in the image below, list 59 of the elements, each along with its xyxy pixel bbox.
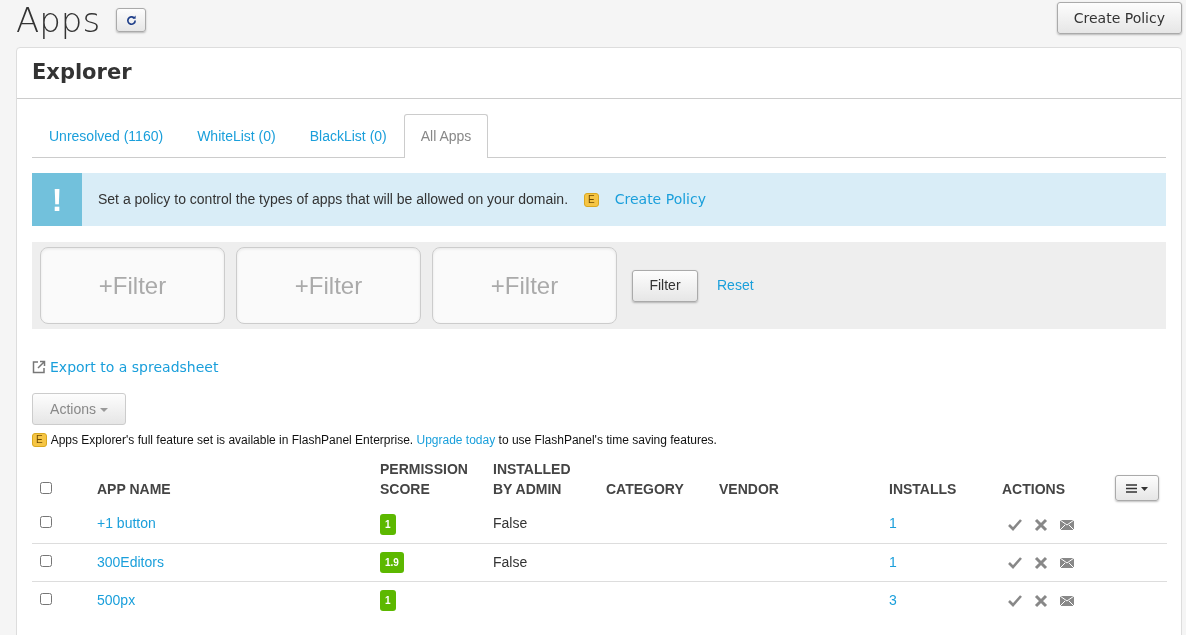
app-name-link[interactable]: +1 button [97,515,156,532]
filter-field[interactable]: +Filter [236,247,421,324]
enterprise-badge: E [584,192,599,207]
tab[interactable]: BlackList (0) [292,114,404,158]
caret-icon [99,407,108,412]
row-checkbox[interactable] [40,554,52,567]
envelope-icon[interactable] [1060,555,1074,570]
select-all-checkbox[interactable] [40,482,52,494]
page-title: Apps [16,0,101,40]
reset-link[interactable]: Reset [717,275,754,296]
column-header: ACTIONS [1002,480,1065,499]
envelope-icon[interactable] [1060,517,1074,532]
app-name-link[interactable]: 500px [97,591,136,608]
permission-score: 1 [380,590,396,612]
upgrade-notice: Apps Explorer's full feature set is available in FlashPanel Enterprise. Upgrade today to use FlashPanel's time saving features. [50,432,717,449]
caret-icon [1140,486,1148,491]
installs-link[interactable]: 1 [889,553,897,570]
tab[interactable]: All Apps [403,114,489,158]
menu-icon [1126,484,1138,494]
upgrade-link[interactable]: Upgrade today [416,433,496,447]
export-link[interactable]: Export to a spreadsheet [50,356,219,378]
column-header: INSTALLS [889,480,957,499]
refresh-icon [125,14,137,26]
enterprise-badge: E [32,433,47,447]
app-name-link[interactable]: 300Editors [97,553,164,570]
row-checkbox[interactable] [40,592,52,605]
installed-by-admin: False [493,515,528,532]
envelope-icon[interactable] [1060,594,1074,609]
column-header: CATEGORY [606,480,684,499]
row-checkbox[interactable] [40,516,52,529]
filter-button[interactable]: Filter [632,269,698,302]
create-policy-link[interactable]: Create Policy [614,189,706,210]
column-header: INSTALLED BY ADMIN [493,460,572,499]
permission-score: 1 [380,513,396,535]
check-icon[interactable] [1008,517,1022,532]
permission-score: 1.9 [380,552,404,573]
column-header: PERMISSION SCORE [380,460,469,499]
tab[interactable]: Unresolved (1160) [32,114,181,158]
external-link-icon [32,360,46,374]
alert-icon: ! [32,173,82,226]
check-icon[interactable] [1008,594,1022,609]
actions-button[interactable]: Actions [32,393,126,425]
column-menu-button[interactable] [1115,475,1159,501]
tab[interactable]: WhiteList (0) [180,114,293,158]
check-icon[interactable] [1008,555,1022,570]
filter-field[interactable]: +Filter [40,247,225,324]
column-header: APP NAME [97,480,171,499]
installs-link[interactable]: 1 [889,515,897,532]
create-policy-button[interactable]: Create Policy [1056,2,1182,34]
close-icon[interactable] [1034,517,1048,532]
close-icon[interactable] [1034,594,1048,609]
alert-message: Set a policy to control the types of apps that will be allowed on your domain. [98,190,569,209]
column-header: VENDOR [719,480,779,499]
close-icon[interactable] [1034,555,1048,570]
installed-by-admin: False [493,553,528,570]
panel-title: Explorer [32,60,133,86]
refresh-button[interactable] [116,8,147,32]
filter-field[interactable]: +Filter [432,247,617,324]
installs-link[interactable]: 3 [889,591,897,608]
